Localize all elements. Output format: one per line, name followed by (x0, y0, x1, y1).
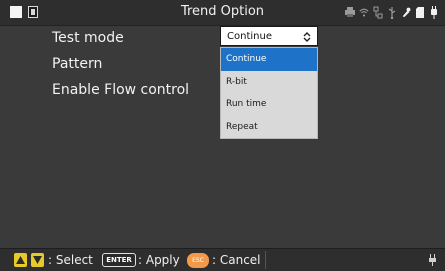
chevron-up-down-icon (303, 32, 311, 42)
power-plug-icon (431, 5, 437, 19)
tool-icon (402, 7, 411, 17)
cancel-hint: : Cancel (212, 253, 261, 267)
pattern-label: Pattern (52, 56, 103, 72)
footer-divider (265, 251, 266, 269)
test-mode-options-menu: Continue R-bit Run time Repeat (220, 47, 318, 139)
printer-icon (345, 6, 355, 17)
option-r-bit[interactable]: R-bit (221, 71, 317, 94)
option-repeat[interactable]: Repeat (221, 116, 317, 139)
bottom-hint-bar: : Select ENTER : Apply ESC : Cancel (0, 248, 445, 271)
select-hint: : Select (48, 253, 93, 267)
network-icon (373, 6, 383, 18)
test-mode-select[interactable]: Continue (220, 26, 318, 46)
status-icons (345, 4, 439, 20)
apply-hint: : Apply (138, 253, 180, 267)
plug-connector-icon (429, 254, 436, 266)
sd-card-icon (416, 6, 424, 18)
wifi-icon (359, 8, 369, 16)
arrow-down-key-icon (31, 253, 44, 267)
option-continue[interactable]: Continue (221, 48, 317, 71)
option-run-time[interactable]: Run time (221, 93, 317, 116)
title-bar: Trend Option (0, 0, 445, 26)
usb-icon (388, 6, 396, 19)
esc-key-badge: ESC (187, 253, 209, 268)
test-mode-select-value: Continue (227, 31, 272, 42)
enable-flow-control-label: Enable Flow control (52, 82, 190, 98)
enter-key-badge: ENTER (102, 253, 136, 267)
test-mode-label: Test mode (52, 30, 124, 46)
arrow-up-key-icon (14, 253, 27, 267)
